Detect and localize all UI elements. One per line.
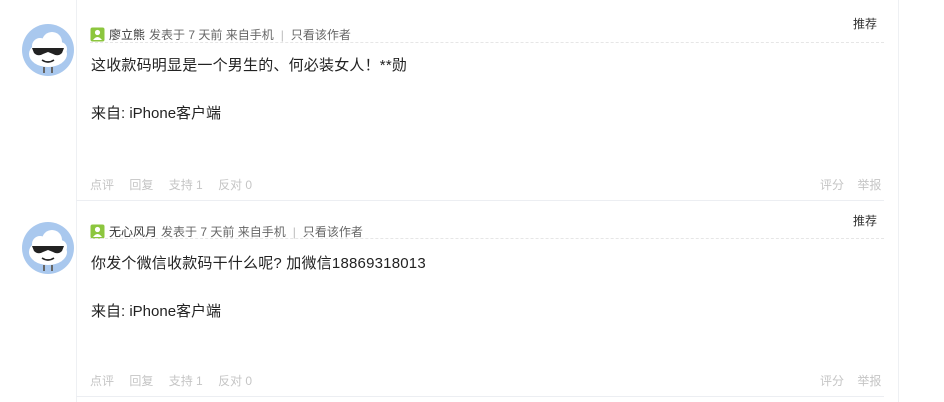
avatar-icon[interactable] — [22, 222, 74, 274]
support-button[interactable]: 支持 1 — [169, 178, 203, 192]
recommend-badge[interactable]: 推荐 — [853, 212, 877, 229]
post-content: 你发个微信收款码干什么呢? 加微信18869318013 — [91, 255, 426, 272]
oppose-button[interactable]: 反对 0 — [218, 374, 252, 388]
separator: | — [280, 27, 284, 42]
post-actions-right: 评分 举报 — [820, 176, 891, 193]
post-item: 廖立熊 发表于 7 天前 来自手机 | 只看该作者 推荐 这收款码明显是一个男生… — [0, 0, 944, 197]
post-source: 来自: iPhone客户端 — [91, 105, 222, 122]
reply-button[interactable]: 回复 — [129, 178, 153, 192]
online-user-icon — [90, 27, 105, 42]
header-divider — [90, 42, 884, 43]
post-actions-left: 点评 回复 支持 1 反对 0 — [90, 372, 264, 389]
post-item: 无心风月 发表于 7 天前 来自手机 | 只看该作者 推荐 你发个微信收款码干什… — [0, 198, 944, 395]
username-link[interactable]: 廖立熊 — [109, 26, 145, 43]
post-divider — [76, 396, 884, 397]
rate-button[interactable]: 评分 — [820, 178, 844, 192]
post-source: 来自: iPhone客户端 — [91, 303, 222, 320]
reply-button[interactable]: 回复 — [129, 374, 153, 388]
post-meta: 发表于 7 天前 来自手机 — [149, 28, 274, 42]
separator: | — [292, 224, 296, 239]
rate-button[interactable]: 评分 — [820, 374, 844, 388]
support-button[interactable]: 支持 1 — [169, 374, 203, 388]
report-button[interactable]: 举报 — [857, 178, 881, 192]
only-author-link[interactable]: 只看该作者 — [291, 26, 351, 43]
oppose-button[interactable]: 反对 0 — [218, 178, 252, 192]
avatar-icon[interactable] — [22, 24, 74, 76]
online-user-icon — [90, 224, 105, 239]
comment-button[interactable]: 点评 — [90, 374, 114, 388]
comment-button[interactable]: 点评 — [90, 178, 114, 192]
recommend-badge[interactable]: 推荐 — [853, 15, 877, 32]
post-actions-left: 点评 回复 支持 1 反对 0 — [90, 176, 264, 193]
post-actions-right: 评分 举报 — [820, 372, 891, 389]
header-divider — [90, 238, 884, 239]
post-header: 廖立熊 发表于 7 天前 来自手机 | 只看该作者 — [90, 26, 351, 43]
report-button[interactable]: 举报 — [857, 374, 881, 388]
post-content: 这收款码明显是一个男生的、何必装女人！**勋 — [91, 57, 408, 74]
